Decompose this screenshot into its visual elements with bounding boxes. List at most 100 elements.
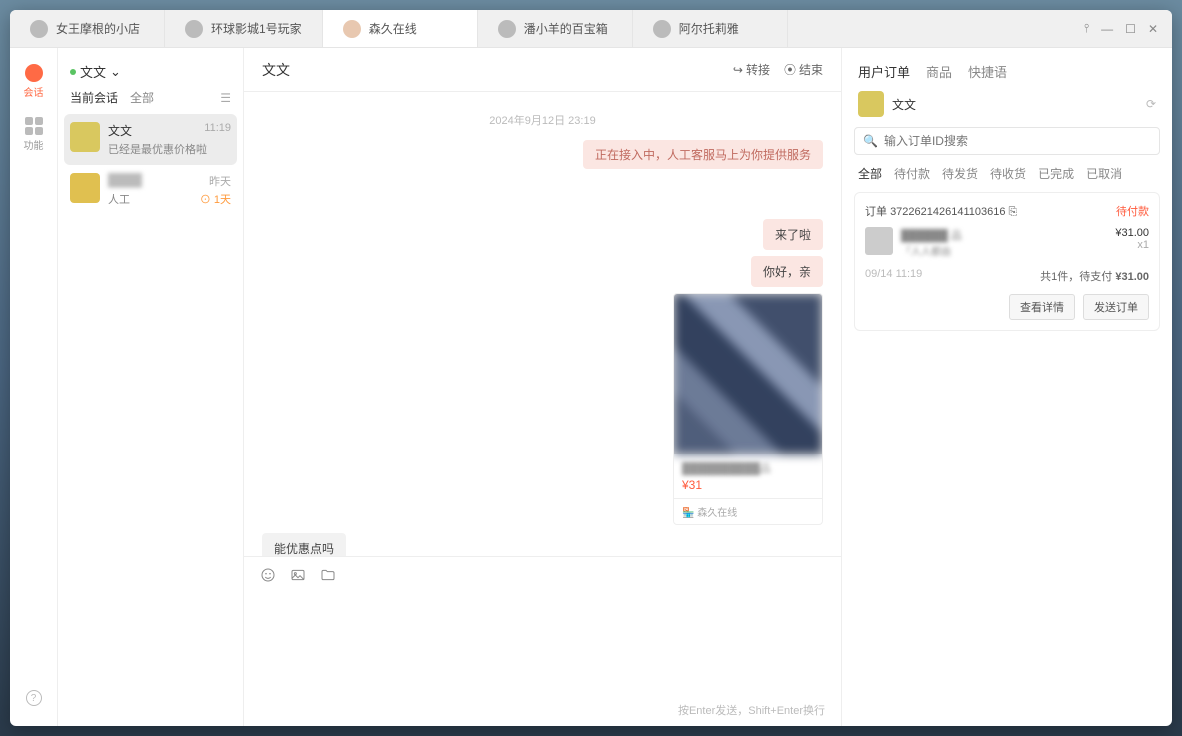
- avatar: [70, 173, 100, 203]
- conv-preview: 人工: [108, 191, 130, 207]
- folder-icon[interactable]: [320, 567, 336, 586]
- tab-bar: 女王摩根的小店 环球影城1号玩家 森久在线 潘小羊的百宝箱 阿尔托莉雅 ⫯ — …: [10, 10, 1172, 48]
- rail-func[interactable]: 功能: [24, 117, 44, 152]
- conv-item[interactable]: 文文 11:19 已经是最优惠价格啦: [64, 114, 237, 165]
- conv-name: ████: [108, 173, 142, 189]
- order-buttons: 查看详情 发送订单: [865, 294, 1149, 320]
- copy-icon[interactable]: ⎘: [1009, 206, 1018, 218]
- tab-label: 潘小羊的百宝箱: [524, 20, 608, 37]
- order-user-name: 文文: [892, 96, 916, 113]
- composer: 按Enter发送，Shift+Enter换行: [244, 556, 841, 726]
- order-card: 订单 3722621426141103616 ⎘ 待付款 ██████ 品 「人…: [854, 192, 1160, 331]
- conv-title: 文文: [80, 62, 106, 81]
- message-input[interactable]: [260, 586, 825, 702]
- view-detail-button[interactable]: 查看详情: [1009, 294, 1075, 320]
- chat-actions: ↪ 转接 ⦿ 结束: [733, 61, 823, 78]
- product-meta: ██████████品 ¥31: [674, 454, 822, 498]
- order-user-row: 文文 ⟳: [842, 91, 1172, 127]
- conv-body: ████ 昨天 人工 ⊙ 1天: [108, 173, 231, 207]
- main-area: 会话 功能 ? 文文 ⌄ 当前会话 全部 ☰: [10, 48, 1172, 726]
- conversation-pane: 文文 ⌄ 当前会话 全部 ☰ 文文 11:19 已经是最优惠价格啦: [58, 48, 244, 726]
- status-done[interactable]: 已完成: [1038, 165, 1074, 182]
- message-out: 来了啦: [262, 219, 823, 250]
- conv-tab-all[interactable]: 全部: [130, 89, 154, 106]
- minimize-icon[interactable]: —: [1101, 22, 1113, 36]
- tab-shop-1[interactable]: 女王摩根的小店: [10, 10, 165, 47]
- app-window: 女王摩根的小店 环球影城1号玩家 森久在线 潘小羊的百宝箱 阿尔托莉雅 ⫯ — …: [10, 10, 1172, 726]
- product-image: [674, 294, 822, 454]
- status-all[interactable]: 全部: [858, 165, 882, 182]
- bubble-text: 能优惠点吗: [262, 533, 346, 556]
- tab-shop-5[interactable]: 阿尔托莉雅: [633, 10, 788, 47]
- tab-user-orders[interactable]: 用户订单: [858, 62, 910, 81]
- rail-chat[interactable]: 会话: [24, 64, 44, 99]
- conv-time: 昨天: [209, 173, 231, 189]
- order-id-row: 订单 3722621426141103616 ⎘ 待付款: [865, 203, 1149, 219]
- status-recv[interactable]: 待收货: [990, 165, 1026, 182]
- message-out: 你好，亲: [262, 256, 823, 287]
- product-price: ¥31: [682, 478, 814, 492]
- maximize-icon[interactable]: ☐: [1125, 22, 1136, 36]
- order-search[interactable]: 🔍: [854, 127, 1160, 155]
- chevron-down-icon: ⌄: [110, 64, 121, 80]
- tab-shop-2[interactable]: 环球影城1号玩家: [165, 10, 323, 47]
- chat-bubble-icon: [25, 64, 43, 82]
- conv-item[interactable]: ████ 昨天 人工 ⊙ 1天: [64, 165, 237, 215]
- conversation-list: 文文 11:19 已经是最优惠价格啦 ████ 昨天 人工 ⊙ 1天: [58, 114, 243, 726]
- pin-icon[interactable]: ⫯: [1084, 21, 1089, 36]
- order-price-col: ¥31.00 x1: [1115, 227, 1149, 258]
- tab-shop-4[interactable]: 潘小羊的百宝箱: [478, 10, 633, 47]
- conv-preview: 已经是最优惠价格啦: [108, 141, 231, 157]
- order-top-tabs: 用户订单 商品 快捷语: [842, 48, 1172, 91]
- system-message: 正在接入中，人工客服马上为你提供服务: [583, 140, 823, 169]
- send-order-button[interactable]: 发送订单: [1083, 294, 1149, 320]
- date-separator: 2024年9月12日 23:19: [262, 112, 823, 128]
- composer-hint: 按Enter发送，Shift+Enter换行: [260, 702, 825, 718]
- chat-title: 文文: [262, 60, 290, 80]
- conv-header[interactable]: 文文 ⌄: [58, 48, 243, 89]
- order-summary-price: ¥31.00: [1115, 271, 1149, 283]
- rail-label: 功能: [24, 137, 44, 152]
- refresh-icon[interactable]: ⟳: [1146, 97, 1156, 111]
- order-thumb: [865, 227, 893, 255]
- avatar: [858, 91, 884, 117]
- order-id: 订单 3722621426141103616 ⎘: [865, 203, 1017, 219]
- order-pane: 用户订单 商品 快捷语 文文 ⟳ 🔍 全部 待付款 待发货 待收货 已完成 已取…: [842, 48, 1172, 726]
- chat-header: 文文 ↪ 转接 ⦿ 结束: [244, 48, 841, 92]
- filter-icon[interactable]: ☰: [220, 91, 231, 105]
- conv-badge: ⊙ 1天: [200, 191, 231, 207]
- conv-body: 文文 11:19 已经是最优惠价格啦: [108, 122, 231, 157]
- tab-label: 森久在线: [369, 20, 417, 37]
- order-search-input[interactable]: [884, 134, 1151, 148]
- status-cancel[interactable]: 已取消: [1086, 165, 1122, 182]
- tab-avatar: [185, 20, 203, 38]
- chat-pane: 文文 ↪ 转接 ⦿ 结束 2024年9月12日 23:19 正在接入中，人工客服…: [244, 48, 842, 726]
- conv-time: 11:19: [204, 122, 231, 139]
- message-list[interactable]: 2024年9月12日 23:19 正在接入中，人工客服马上为你提供服务 来了啦 …: [244, 92, 841, 556]
- left-rail: 会话 功能 ?: [10, 48, 58, 726]
- tab-products[interactable]: 商品: [926, 62, 952, 81]
- tab-quick-reply[interactable]: 快捷语: [968, 62, 1007, 81]
- product-title: ██████████品: [682, 460, 814, 476]
- composer-tools: [260, 567, 825, 586]
- search-icon: 🔍: [863, 134, 878, 148]
- image-icon[interactable]: [290, 567, 306, 586]
- conv-tab-current[interactable]: 当前会话: [70, 89, 118, 106]
- order-price: ¥31.00: [1115, 227, 1149, 239]
- order-qty: x1: [1115, 239, 1149, 251]
- status-pay[interactable]: 待付款: [894, 165, 930, 182]
- conv-name: 文文: [108, 122, 132, 139]
- end-button[interactable]: ⦿ 结束: [784, 61, 823, 78]
- transfer-button[interactable]: ↪ 转接: [733, 61, 770, 78]
- product-card[interactable]: ██████████品 ¥31 🏪 森久在线: [673, 293, 823, 525]
- status-ship[interactable]: 待发货: [942, 165, 978, 182]
- tab-shop-3[interactable]: 森久在线: [323, 10, 478, 47]
- help-icon[interactable]: ?: [26, 690, 42, 706]
- tab-label: 阿尔托莉雅: [679, 20, 739, 37]
- order-time: 09/14 11:19: [865, 268, 922, 284]
- emoji-icon[interactable]: [260, 567, 276, 586]
- close-icon[interactable]: ✕: [1148, 22, 1158, 36]
- tab-label: 女王摩根的小店: [56, 20, 140, 37]
- tab-avatar: [653, 20, 671, 38]
- window-controls: ⫯ — ☐ ✕: [1070, 10, 1172, 47]
